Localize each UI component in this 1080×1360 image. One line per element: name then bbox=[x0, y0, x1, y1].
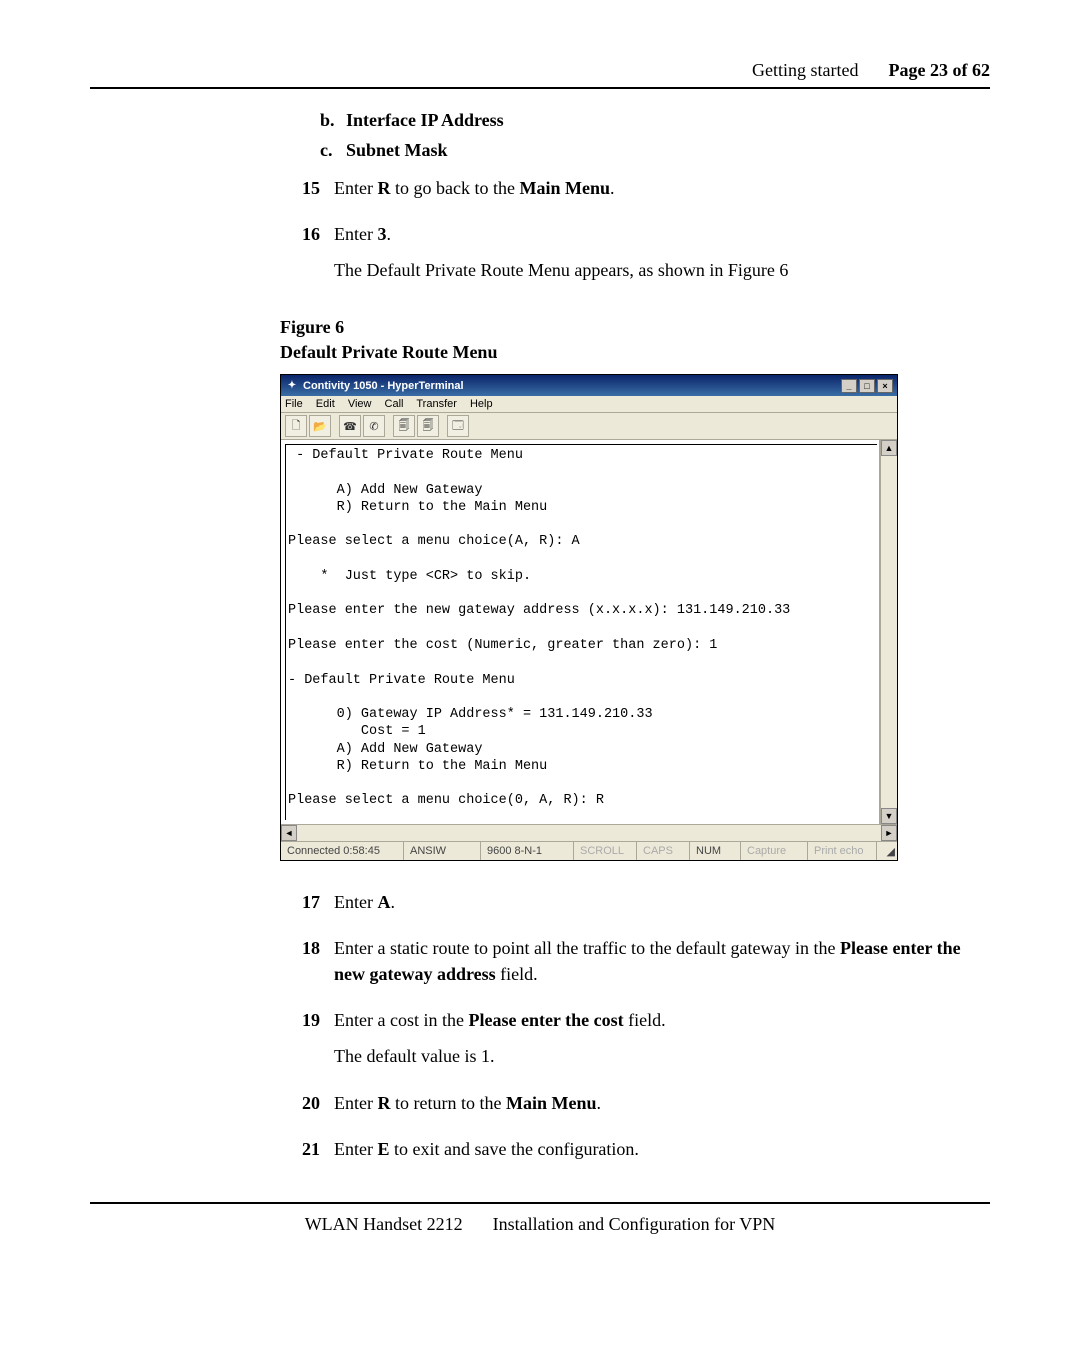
menu-transfer[interactable]: Transfer bbox=[416, 398, 457, 410]
step-number: 18 bbox=[280, 935, 334, 997]
step-number: 17 bbox=[280, 889, 334, 925]
step-17: 17 Enter A. bbox=[280, 889, 990, 925]
scroll-left-icon[interactable]: ◄ bbox=[281, 825, 297, 841]
new-icon[interactable]: 🗋 bbox=[285, 415, 307, 437]
status-num: NUM bbox=[690, 842, 741, 860]
footer-right: Installation and Configuration for VPN bbox=[493, 1214, 776, 1235]
step-15: 15 Enter R to go back to the Main Menu. bbox=[280, 175, 990, 211]
app-icon: ✦ bbox=[285, 379, 299, 393]
menu-help[interactable]: Help bbox=[470, 398, 493, 410]
page-footer: WLAN Handset 2212 Installation and Confi… bbox=[90, 1214, 990, 1235]
scroll-up-icon[interactable]: ▲ bbox=[881, 440, 897, 456]
maximize-button[interactable]: □ bbox=[859, 379, 875, 393]
menu-view[interactable]: View bbox=[348, 398, 372, 410]
status-caps: CAPS bbox=[637, 842, 690, 860]
status-emulation: ANSIW bbox=[404, 842, 481, 860]
footer-rule bbox=[90, 1202, 990, 1204]
receive-icon[interactable]: 🗐 bbox=[417, 415, 439, 437]
menubar: File Edit View Call Transfer Help bbox=[281, 396, 897, 413]
titlebar[interactable]: ✦ Contivity 1050 - HyperTerminal _ □ × bbox=[281, 375, 897, 396]
step-number: 19 bbox=[280, 1007, 334, 1079]
connect-icon[interactable]: ☎ bbox=[339, 415, 361, 437]
step-body: Enter R to go back to the Main Menu. bbox=[334, 175, 990, 211]
step-21: 21 Enter E to exit and save the configur… bbox=[280, 1136, 990, 1172]
send-icon[interactable]: 🗐 bbox=[393, 415, 415, 437]
header-rule bbox=[90, 87, 990, 89]
properties-icon[interactable]: 🗔 bbox=[447, 415, 469, 437]
page-header: Getting started Page 23 of 62 bbox=[90, 60, 990, 81]
status-connected: Connected 0:58:45 bbox=[281, 842, 404, 860]
toolbar: 🗋 📂 ☎ ✆ 🗐 🗐 🗔 bbox=[281, 413, 897, 440]
open-icon[interactable]: 📂 bbox=[309, 415, 331, 437]
menu-call[interactable]: Call bbox=[385, 398, 404, 410]
scroll-down-icon[interactable]: ▼ bbox=[881, 808, 897, 824]
terminal-output[interactable]: - Default Private Route Menu A) Add New … bbox=[281, 440, 880, 824]
minimize-button[interactable]: _ bbox=[841, 379, 857, 393]
footer-left: WLAN Handset 2212 bbox=[305, 1214, 463, 1235]
step-18: 18 Enter a static route to point all the… bbox=[280, 935, 990, 997]
status-capture: Capture bbox=[741, 842, 808, 860]
window-title: Contivity 1050 - HyperTerminal bbox=[303, 380, 464, 392]
step-body: Enter 3. The Default Private Route Menu … bbox=[334, 221, 990, 293]
sub-item-b: b.Interface IP Address bbox=[320, 107, 990, 133]
page-number: Page 23 of 62 bbox=[889, 60, 990, 81]
hyperterminal-window: ✦ Contivity 1050 - HyperTerminal _ □ × F… bbox=[280, 374, 898, 861]
step-number: 21 bbox=[280, 1136, 334, 1172]
step-number: 20 bbox=[280, 1090, 334, 1126]
status-printecho: Print echo bbox=[808, 842, 877, 860]
step-number: 16 bbox=[280, 221, 334, 293]
step-20: 20 Enter R to return to the Main Menu. bbox=[280, 1090, 990, 1126]
page: Getting started Page 23 of 62 b.Interfac… bbox=[0, 0, 1080, 1275]
horizontal-scrollbar[interactable]: ◄ ► bbox=[281, 824, 897, 841]
status-scroll: SCROLL bbox=[574, 842, 637, 860]
status-line: 9600 8-N-1 bbox=[481, 842, 574, 860]
step-16: 16 Enter 3. The Default Private Route Me… bbox=[280, 221, 990, 293]
terminal-area: - Default Private Route Menu A) Add New … bbox=[281, 440, 897, 824]
sub-list: b.Interface IP Address c.Subnet Mask bbox=[280, 107, 990, 163]
menu-edit[interactable]: Edit bbox=[316, 398, 335, 410]
content-block-top: b.Interface IP Address c.Subnet Mask 15 … bbox=[280, 107, 990, 293]
section-title: Getting started bbox=[752, 60, 858, 81]
scroll-right-icon[interactable]: ► bbox=[881, 825, 897, 841]
figure-caption: Figure 6 Default Private Route Menu bbox=[280, 315, 990, 364]
vertical-scrollbar[interactable]: ▲ ▼ bbox=[880, 440, 897, 824]
menu-file[interactable]: File bbox=[285, 398, 303, 410]
step-number: 15 bbox=[280, 175, 334, 211]
content-block-bottom: 17 Enter A. 18 Enter a static route to p… bbox=[280, 889, 990, 1172]
resize-grip-icon[interactable]: ◢ bbox=[877, 842, 897, 860]
figure-block: Figure 6 Default Private Route Menu ✦ Co… bbox=[280, 315, 990, 861]
close-button[interactable]: × bbox=[877, 379, 893, 393]
step-19: 19 Enter a cost in the Please enter the … bbox=[280, 1007, 990, 1079]
statusbar: Connected 0:58:45 ANSIW 9600 8-N-1 SCROL… bbox=[281, 841, 897, 860]
disconnect-icon[interactable]: ✆ bbox=[363, 415, 385, 437]
sub-item-c: c.Subnet Mask bbox=[320, 137, 990, 163]
